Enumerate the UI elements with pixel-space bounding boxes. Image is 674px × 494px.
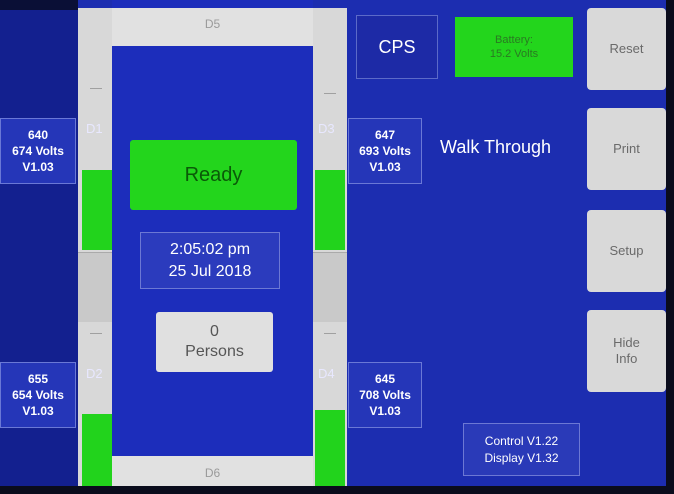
hide-info-line1: Hide: [613, 335, 640, 350]
sensor-id: 655: [27, 372, 49, 386]
left-lane-segment: [78, 252, 112, 322]
right-lane-tick-top: [324, 93, 336, 94]
d1-level-bar: [82, 170, 112, 250]
d3-level-bar: [315, 170, 345, 250]
clock-date: 25 Jul 2018: [168, 262, 252, 280]
lane-label-d6: D6: [112, 456, 313, 486]
lane-label-d4: D4: [318, 366, 335, 381]
lane-label-d3: D3: [318, 121, 335, 136]
sensor-version: V1.03: [369, 160, 401, 174]
control-version: Control V1.22: [484, 433, 559, 448]
cps-label: CPS: [356, 15, 438, 79]
sensor-info-d3: 647 693 Volts V1.03: [348, 118, 422, 184]
status-ready-indicator: Ready: [130, 140, 297, 210]
hide-info-button[interactable]: Hide Info: [587, 310, 666, 392]
sensor-volts: 674 Volts: [12, 144, 64, 158]
screen-bezel-right: [666, 0, 674, 494]
left-panel-top-shade: [0, 0, 78, 10]
sensor-info-d2: 655 654 Volts V1.03: [0, 362, 76, 428]
battery-value: 15.2 Volts: [489, 48, 539, 60]
screen-bezel-bottom: [0, 486, 674, 494]
clock-display: 2:05:02 pm 25 Jul 2018: [140, 232, 280, 289]
kiosk-screen: D1 D2 D5 D6 D3 D4 640 674 Volts V1.03 65…: [0, 0, 674, 494]
sensor-volts: 654 Volts: [12, 388, 64, 402]
d4-level-bar: [315, 410, 345, 486]
left-lane-tick-bottom: [90, 333, 102, 334]
d2-level-bar: [82, 414, 112, 486]
lane-label-d5: D5: [112, 8, 313, 46]
mode-title: Walk Through: [440, 137, 552, 157]
sensor-id: 640: [27, 128, 49, 142]
sensor-volts: 708 Volts: [359, 388, 411, 402]
sensor-version: V1.03: [369, 404, 401, 418]
sensor-id: 647: [374, 128, 396, 142]
right-lane-tick-bottom: [324, 333, 336, 334]
battery-indicator: Battery: 15.2 Volts: [455, 17, 573, 77]
sensor-info-d1: 640 674 Volts V1.03: [0, 118, 76, 184]
setup-button[interactable]: Setup: [587, 210, 666, 292]
reset-button[interactable]: Reset: [587, 8, 666, 90]
right-lane-segment: [313, 252, 347, 322]
sensor-version: V1.03: [22, 160, 54, 174]
persons-label: Persons: [185, 343, 244, 360]
battery-label: Battery:: [495, 34, 533, 46]
version-info: Control V1.22 Display V1.32: [463, 423, 580, 476]
hide-info-line2: Info: [615, 351, 638, 366]
sensor-version: V1.03: [22, 404, 54, 418]
display-version: Display V1.32: [484, 450, 559, 465]
sensor-info-d4: 645 708 Volts V1.03: [348, 362, 422, 428]
lane-label-d2: D2: [86, 366, 103, 381]
print-button[interactable]: Print: [587, 108, 666, 190]
sensor-id: 645: [374, 372, 396, 386]
persons-counter[interactable]: 0 Persons: [156, 312, 273, 372]
clock-time: 2:05:02 pm: [169, 240, 251, 258]
persons-count: 0: [210, 323, 219, 340]
left-lane-tick-top: [90, 88, 102, 89]
sensor-volts: 693 Volts: [359, 144, 411, 158]
lane-label-d1: D1: [86, 121, 103, 136]
